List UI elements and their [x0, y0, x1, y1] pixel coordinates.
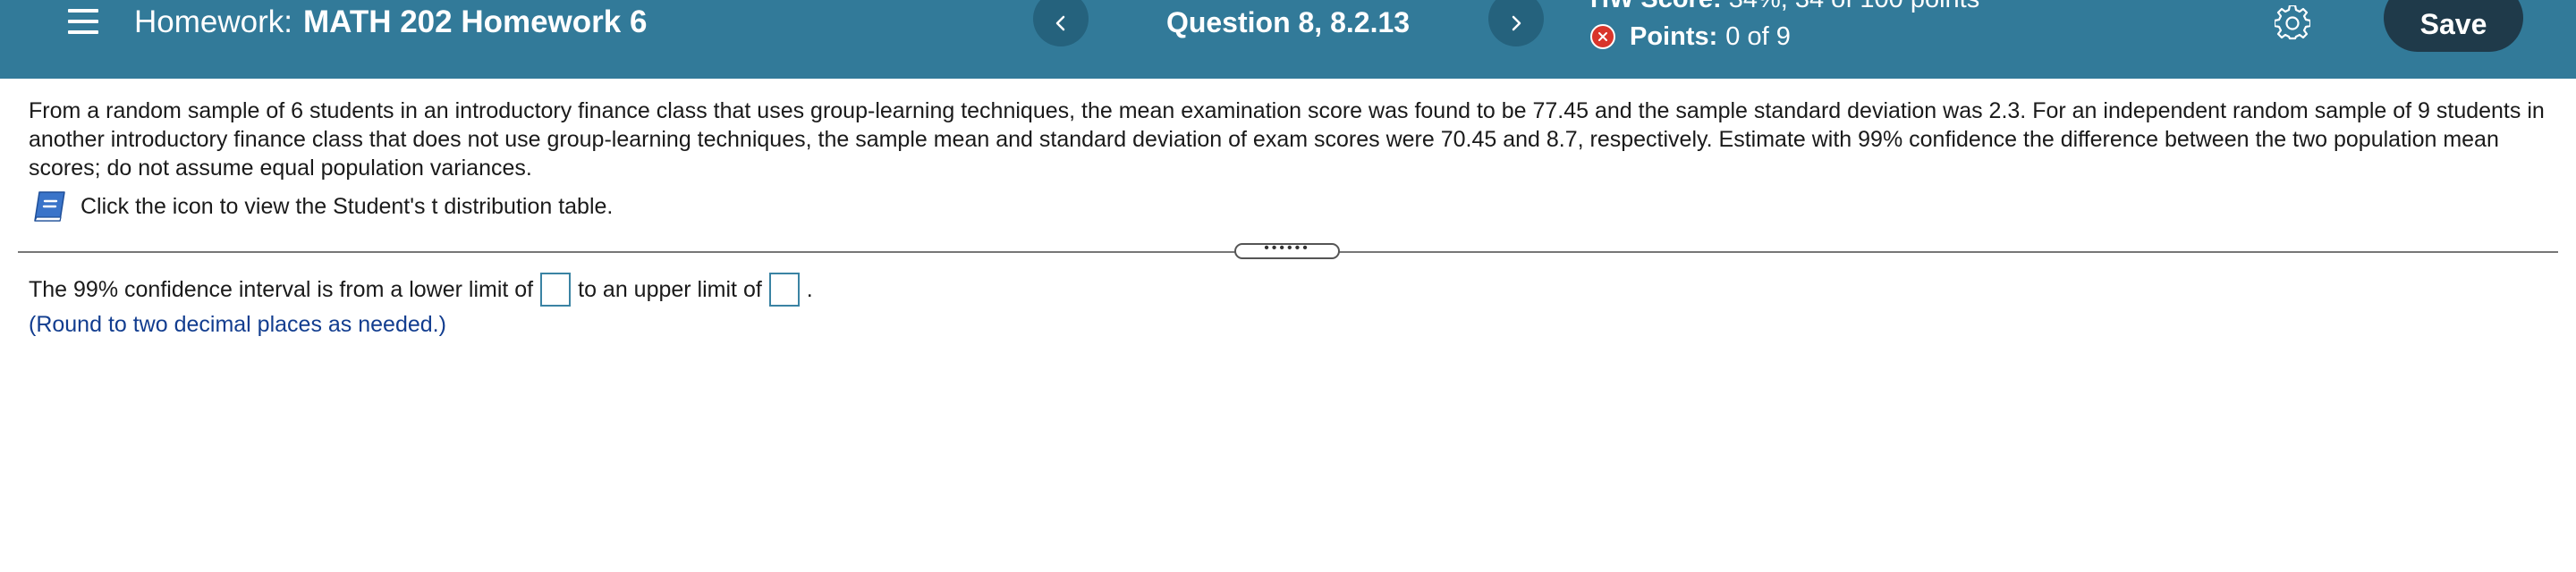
previous-question-button[interactable]: [1033, 0, 1089, 46]
menu-icon[interactable]: [68, 7, 98, 38]
book-icon[interactable]: [32, 189, 68, 223]
rounding-instruction: (Round to two decimal places as needed.): [29, 312, 446, 337]
question-text: From a random sample of 6 students in an…: [29, 98, 2545, 181]
lower-limit-input[interactable]: [540, 273, 572, 307]
hw-score-label: HW Score:: [1590, 0, 1722, 13]
answer-text-part2: to an upper limit of: [578, 277, 762, 302]
menu-icon-line: [68, 20, 98, 23]
hw-score-value: 34%, 34 of 100 points: [1729, 0, 1980, 13]
top-header-bar: Homework: MATH 202 Homework 6 Question 8,…: [0, 0, 2576, 79]
points-label: Points:: [1630, 22, 1718, 51]
hw-score: HW Score: 34%, 34 of 100 points: [1590, 0, 1979, 14]
gear-icon[interactable]: [2275, 5, 2310, 41]
homework-title: Homework: MATH 202 Homework 6: [134, 4, 647, 41]
save-button[interactable]: Save: [2384, 0, 2523, 52]
x-mark: [1598, 32, 1607, 41]
t-distribution-table-link-text[interactable]: Click the icon to view the Student's t d…: [80, 192, 613, 221]
question-points: Points: 0 of 9: [1590, 21, 1791, 52]
x-circle-icon: [1590, 24, 1615, 49]
question-label: Question 8, 8.2.13: [1165, 6, 1411, 38]
answer-statement: The 99% confidence interval is from a lo…: [29, 272, 813, 307]
menu-icon-line: [68, 9, 98, 13]
drag-dots-icon: ••••••: [1264, 240, 1310, 256]
answer-text-part1: The 99% confidence interval is from a lo…: [29, 277, 534, 302]
assignment-name: MATH 202 Homework 6: [302, 4, 648, 39]
t-distribution-table-link[interactable]: Click the icon to view the Student's t d…: [32, 189, 613, 223]
upper-limit-input[interactable]: [768, 273, 800, 307]
menu-icon-line: [68, 30, 98, 34]
chevron-left-icon: [1055, 15, 1065, 31]
divider-drag-handle[interactable]: ••••••: [1234, 240, 1340, 259]
next-question-button[interactable]: [1488, 0, 1544, 46]
chevron-right-icon: [1512, 15, 1521, 31]
answer-text-part3: .: [806, 277, 813, 302]
homework-title-prefix: Homework:: [134, 4, 292, 39]
points-value: 0 of 9: [1725, 22, 1791, 51]
